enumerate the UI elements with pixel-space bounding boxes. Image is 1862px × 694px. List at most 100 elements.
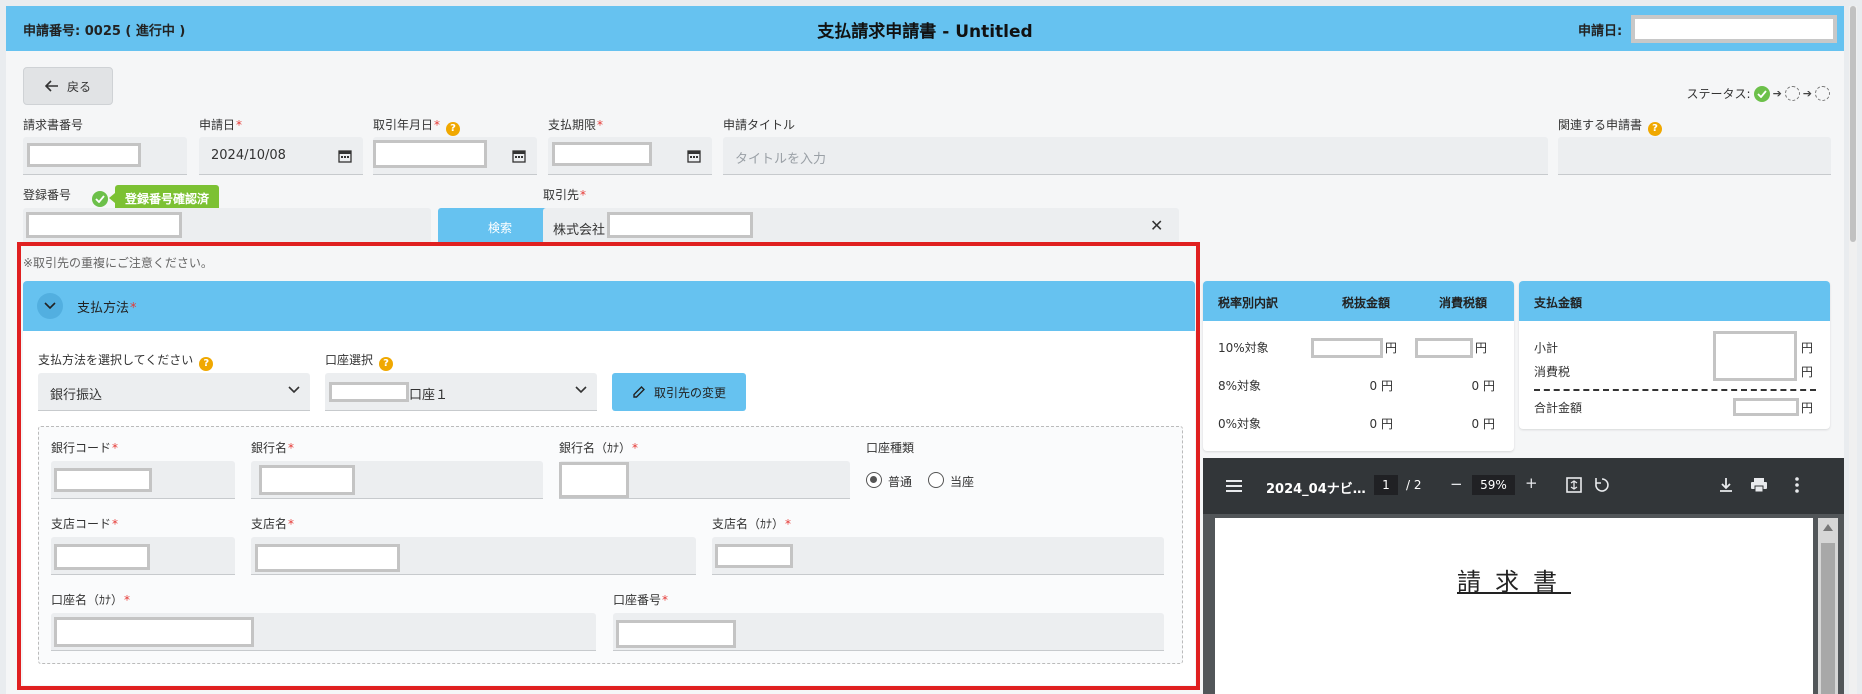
more-options-icon[interactable] <box>1795 477 1799 493</box>
tax-row-label: 10%対象 <box>1218 341 1269 355</box>
arrow-right-icon: ➔ <box>1802 87 1812 100</box>
arrow-right-icon: ➔ <box>1772 87 1782 100</box>
highlight-frame <box>17 242 1200 690</box>
status-pending-icon <box>1784 86 1800 101</box>
redacted-value <box>1713 331 1797 381</box>
yen-unit: 円 <box>1801 401 1814 415</box>
required-mark: * <box>580 188 587 202</box>
page-scroll-thumb[interactable] <box>1850 6 1856 242</box>
payment-amount-header: 支払金額 <box>1519 281 1830 321</box>
pdf-zoom-value[interactable]: 59% <box>1472 475 1515 495</box>
yen-unit: 円 <box>1385 341 1398 355</box>
redacted-value <box>26 212 182 238</box>
calendar-icon[interactable] <box>338 149 352 163</box>
related-label-wrap: 関連する申請書? <box>1558 116 1663 136</box>
redacted-value <box>27 143 141 167</box>
check-circle-icon <box>92 191 108 207</box>
pdf-page-total: / 2 <box>1406 478 1422 492</box>
due-date-label: 支払期限 <box>548 118 597 132</box>
apply-date-label: 申請日 <box>199 118 236 132</box>
pdf-scrollbar[interactable] <box>1818 518 1838 694</box>
vendor-label-wrap: 取引先* <box>543 186 586 203</box>
status-pending-icon <box>1815 86 1830 101</box>
vendor-label: 取引先 <box>543 188 580 202</box>
print-icon[interactable] <box>1750 477 1768 493</box>
tax-col-net: 税抜金額 <box>1342 296 1391 310</box>
pdf-page: 請求書 <box>1215 518 1813 694</box>
due-date-label-wrap: 支払期限* <box>548 116 603 133</box>
arrow-left-icon <box>44 80 58 92</box>
redacted-value <box>373 140 487 168</box>
trade-date-label-wrap: 取引年月日*? <box>373 116 461 136</box>
pdf-file-name: 2024_04ナビ… <box>1266 482 1366 497</box>
due-date-field[interactable] <box>548 137 712 175</box>
pdf-page-input[interactable]: 1 <box>1374 475 1398 495</box>
status-done-icon <box>1753 85 1770 102</box>
required-mark: * <box>597 118 604 132</box>
tax-row-tax: 0 円 <box>1471 417 1495 431</box>
subtotal-label: 小計 <box>1534 341 1559 355</box>
reg-number-label: 登録番号 <box>23 188 72 202</box>
back-button[interactable]: 戻る <box>23 67 113 105</box>
help-icon[interactable]: ? <box>446 121 461 136</box>
payment-amount-title: 支払金額 <box>1534 296 1583 310</box>
redacted-value <box>1733 398 1799 416</box>
redacted-value <box>607 212 753 238</box>
related-application-field[interactable] <box>1558 137 1831 175</box>
total-label: 合計金額 <box>1534 401 1583 415</box>
apply-date-label-wrap: 申請日* <box>199 116 242 133</box>
trade-date-field[interactable] <box>373 137 537 175</box>
header-date-label: 申請日: <box>1578 24 1623 39</box>
page-title: 支払請求申請書 - Untitled <box>817 22 1033 42</box>
help-icon[interactable]: ? <box>1648 121 1663 136</box>
tax-breakdown-header: 税率別内訳 税抜金額 消費税額 <box>1203 281 1514 321</box>
tax-breakdown-card: 税率別内訳 税抜金額 消費税額 10%対象 円 円 8%対象 0 円 0 円 0… <box>1203 281 1514 451</box>
pdf-viewer: 2024_04ナビ… 1 / 2 − 59% + 請求書 <box>1203 458 1844 694</box>
page-scrollbar[interactable] <box>1849 6 1857 694</box>
zoom-out-icon[interactable]: − <box>1450 475 1463 493</box>
status-indicator: ステータス: ➔ ➔ <box>1687 85 1830 102</box>
apply-date-field[interactable]: 2024/10/08 <box>199 137 363 175</box>
rotate-icon[interactable] <box>1593 476 1611 494</box>
consumption-tax-label: 消費税 <box>1534 365 1571 379</box>
vendor-value: 株式会社 <box>553 223 606 238</box>
back-button-label: 戻る <box>66 79 91 94</box>
title-input[interactable]: タイトルを入力 <box>723 137 1548 175</box>
pdf-scroll-thumb[interactable] <box>1821 543 1835 694</box>
fit-page-icon[interactable] <box>1566 477 1582 493</box>
scroll-up-icon[interactable] <box>1823 524 1833 531</box>
pdf-document-title: 請求書 <box>1457 568 1571 596</box>
tax-col-rate: 税率別内訳 <box>1218 296 1279 310</box>
trade-date-label: 取引年月日 <box>373 118 434 132</box>
pdf-toolbar: 2024_04ナビ… 1 / 2 − 59% + <box>1203 458 1844 514</box>
menu-icon[interactable] <box>1225 479 1243 493</box>
redacted-value <box>1311 338 1383 358</box>
redacted-value <box>552 142 652 166</box>
total-divider <box>1534 389 1816 391</box>
calendar-icon[interactable] <box>687 149 701 163</box>
status-label: ステータス: <box>1686 87 1751 101</box>
clear-icon[interactable]: ✕ <box>1150 216 1163 235</box>
invoice-number-field[interactable] <box>23 137 187 175</box>
vendor-field[interactable]: 株式会社 <box>543 208 1179 246</box>
required-mark: * <box>236 118 243 132</box>
title-label: 申請タイトル <box>723 118 796 132</box>
required-mark: * <box>434 118 441 132</box>
yen-unit: 円 <box>1801 341 1814 355</box>
title-placeholder: タイトルを入力 <box>735 152 827 167</box>
zoom-in-icon[interactable]: + <box>1525 474 1538 492</box>
tax-col-tax: 消費税額 <box>1439 296 1488 310</box>
header-bar: 申請番号: 0025 ( 進行中 ) 支払請求申請書 - Untitled 申請… <box>6 6 1844 51</box>
reg-number-input[interactable] <box>23 208 431 246</box>
header-date-field[interactable] <box>1631 15 1837 43</box>
redacted-value <box>1415 338 1473 358</box>
yen-unit: 円 <box>1475 341 1488 355</box>
related-label: 関連する申請書 <box>1558 118 1643 132</box>
application-window: 申請番号: 0025 ( 進行中 ) 支払請求申請書 - Untitled 申請… <box>6 6 1844 694</box>
apply-date-value: 2024/10/08 <box>211 148 286 163</box>
payment-amount-card: 支払金額 小計 消費税 円 円 合計金額 円 <box>1519 281 1830 429</box>
invoice-number-label: 請求書番号 <box>23 118 84 132</box>
download-icon[interactable] <box>1719 477 1733 493</box>
calendar-icon[interactable] <box>512 149 526 163</box>
yen-unit: 円 <box>1801 365 1814 379</box>
